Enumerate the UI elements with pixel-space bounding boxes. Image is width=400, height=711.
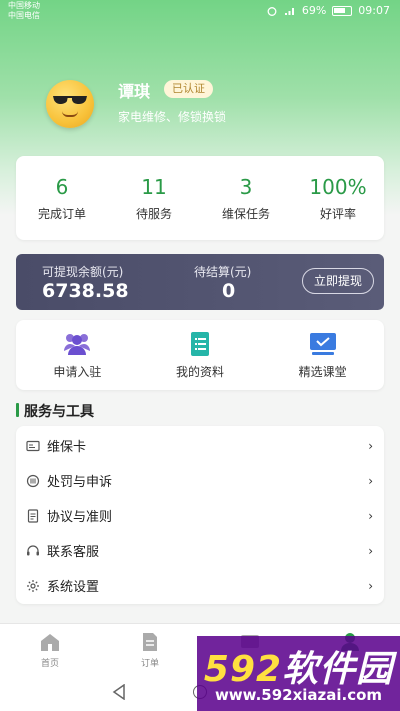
- stat-label: 待服务: [135, 206, 172, 221]
- verified-badge: 已认证: [164, 80, 213, 98]
- menu-item-maintenance-card[interactable]: 维保卡 ›: [16, 428, 384, 463]
- stat-value: 3: [239, 174, 253, 199]
- document-icon: [191, 331, 209, 356]
- stat-completed-orders[interactable]: 6 完成订单: [16, 156, 108, 240]
- menu-label: 维保卡: [47, 440, 87, 455]
- card-icon: [26, 440, 40, 451]
- stat-value: 6: [55, 174, 69, 199]
- shortcut-label: 我的资料: [176, 364, 225, 379]
- user-description: 家电维修、修锁换锁: [118, 110, 227, 124]
- shortcut-card: 申请入驻 我的资料 精选课堂: [16, 320, 384, 390]
- chevron-right-icon: ›: [368, 578, 373, 593]
- stats-card: 6 完成订单 11 待服务 3 维保任务 100% 好评率: [16, 156, 384, 240]
- shortcut-profile[interactable]: 我的资料: [139, 320, 262, 390]
- shortcut-label: 精选课堂: [298, 364, 347, 379]
- classroom-icon: [309, 332, 336, 355]
- menu-label: 联系客服: [47, 545, 100, 560]
- watermark: 592软件园 www.592xiazai.com: [197, 636, 400, 711]
- users-icon: [64, 333, 91, 355]
- section-title: 服务与工具: [24, 404, 94, 420]
- status-bar: 中国移动 中国电信 69% 09:07: [0, 0, 400, 22]
- watermark-url: www.592xiazai.com: [214, 686, 383, 704]
- headset-icon: [27, 544, 39, 555]
- watermark-brand-text: 软件园: [282, 649, 394, 690]
- chevron-right-icon: ›: [368, 438, 373, 453]
- stat-positive-rate[interactable]: 100% 好评率: [292, 156, 384, 240]
- menu-label: 系统设置: [47, 580, 100, 595]
- avatar[interactable]: [46, 80, 94, 128]
- available-balance-label: 可提现余额(元): [42, 265, 124, 279]
- balance-card: 可提现余额(元) 6738.58 待结算(元) 0 立即提现: [16, 254, 384, 310]
- tab-label: 订单: [140, 659, 159, 669]
- order-icon: [143, 633, 157, 651]
- pending-settlement-label: 待结算(元): [194, 265, 252, 279]
- avatar-mouth: [62, 111, 78, 117]
- carrier-2: 中国电信: [8, 11, 40, 20]
- stat-maintenance-tasks[interactable]: 3 维保任务: [200, 156, 292, 240]
- available-balance-value: 6738.58: [42, 280, 129, 302]
- stat-value: 100%: [309, 174, 367, 199]
- stat-label: 好评率: [319, 206, 356, 221]
- shortcut-label: 申请入驻: [53, 364, 102, 379]
- stat-pending-service[interactable]: 11 待服务: [108, 156, 200, 240]
- sunglasses-icon: [53, 96, 87, 104]
- signal-icon: [284, 7, 294, 15]
- gear-icon: [27, 579, 39, 592]
- carrier-1: 中国移动: [8, 1, 40, 10]
- section-accent-bar: [16, 403, 19, 417]
- menu-label: 协议与准则: [47, 510, 113, 525]
- battery-percent: 69%: [301, 4, 327, 17]
- tools-menu: 维保卡 › 处罚与申诉 › 协议与准则 › 联系客服 › 系统设置 ›: [16, 426, 384, 604]
- battery-icon: [332, 5, 353, 16]
- shortcut-apply[interactable]: 申请入驻: [16, 320, 139, 390]
- menu-item-customer-service[interactable]: 联系客服 ›: [16, 533, 384, 568]
- chevron-right-icon: ›: [368, 508, 373, 523]
- menu-item-penalty-appeal[interactable]: 处罚与申诉 ›: [16, 463, 384, 498]
- withdraw-button[interactable]: 立即提现: [302, 268, 374, 294]
- watermark-brand-number: 592: [203, 649, 283, 690]
- watermark-brand: 592软件园: [197, 640, 400, 692]
- agreement-icon: [27, 508, 39, 523]
- chevron-right-icon: ›: [368, 543, 373, 558]
- menu-item-agreement[interactable]: 协议与准则 ›: [16, 498, 384, 533]
- tab-orders[interactable]: 订单: [100, 624, 200, 675]
- menu-label: 处罚与申诉: [47, 475, 113, 490]
- home-icon: [41, 634, 59, 651]
- stat-value: 11: [141, 174, 167, 199]
- stat-label: 维保任务: [221, 206, 270, 221]
- back-icon[interactable]: [112, 684, 126, 700]
- appeal-icon: [26, 474, 40, 487]
- tab-home[interactable]: 首页: [0, 624, 100, 675]
- alarm-icon: [267, 6, 277, 16]
- user-name: 谭琪: [118, 82, 151, 101]
- shortcut-classroom[interactable]: 精选课堂: [261, 320, 384, 390]
- menu-item-settings[interactable]: 系统设置 ›: [16, 568, 384, 603]
- pending-settlement-value: 0: [222, 280, 236, 302]
- stat-label: 完成订单: [37, 206, 86, 221]
- clock: 09:07: [358, 4, 390, 17]
- chevron-right-icon: ›: [368, 473, 373, 488]
- tab-label: 首页: [40, 659, 59, 669]
